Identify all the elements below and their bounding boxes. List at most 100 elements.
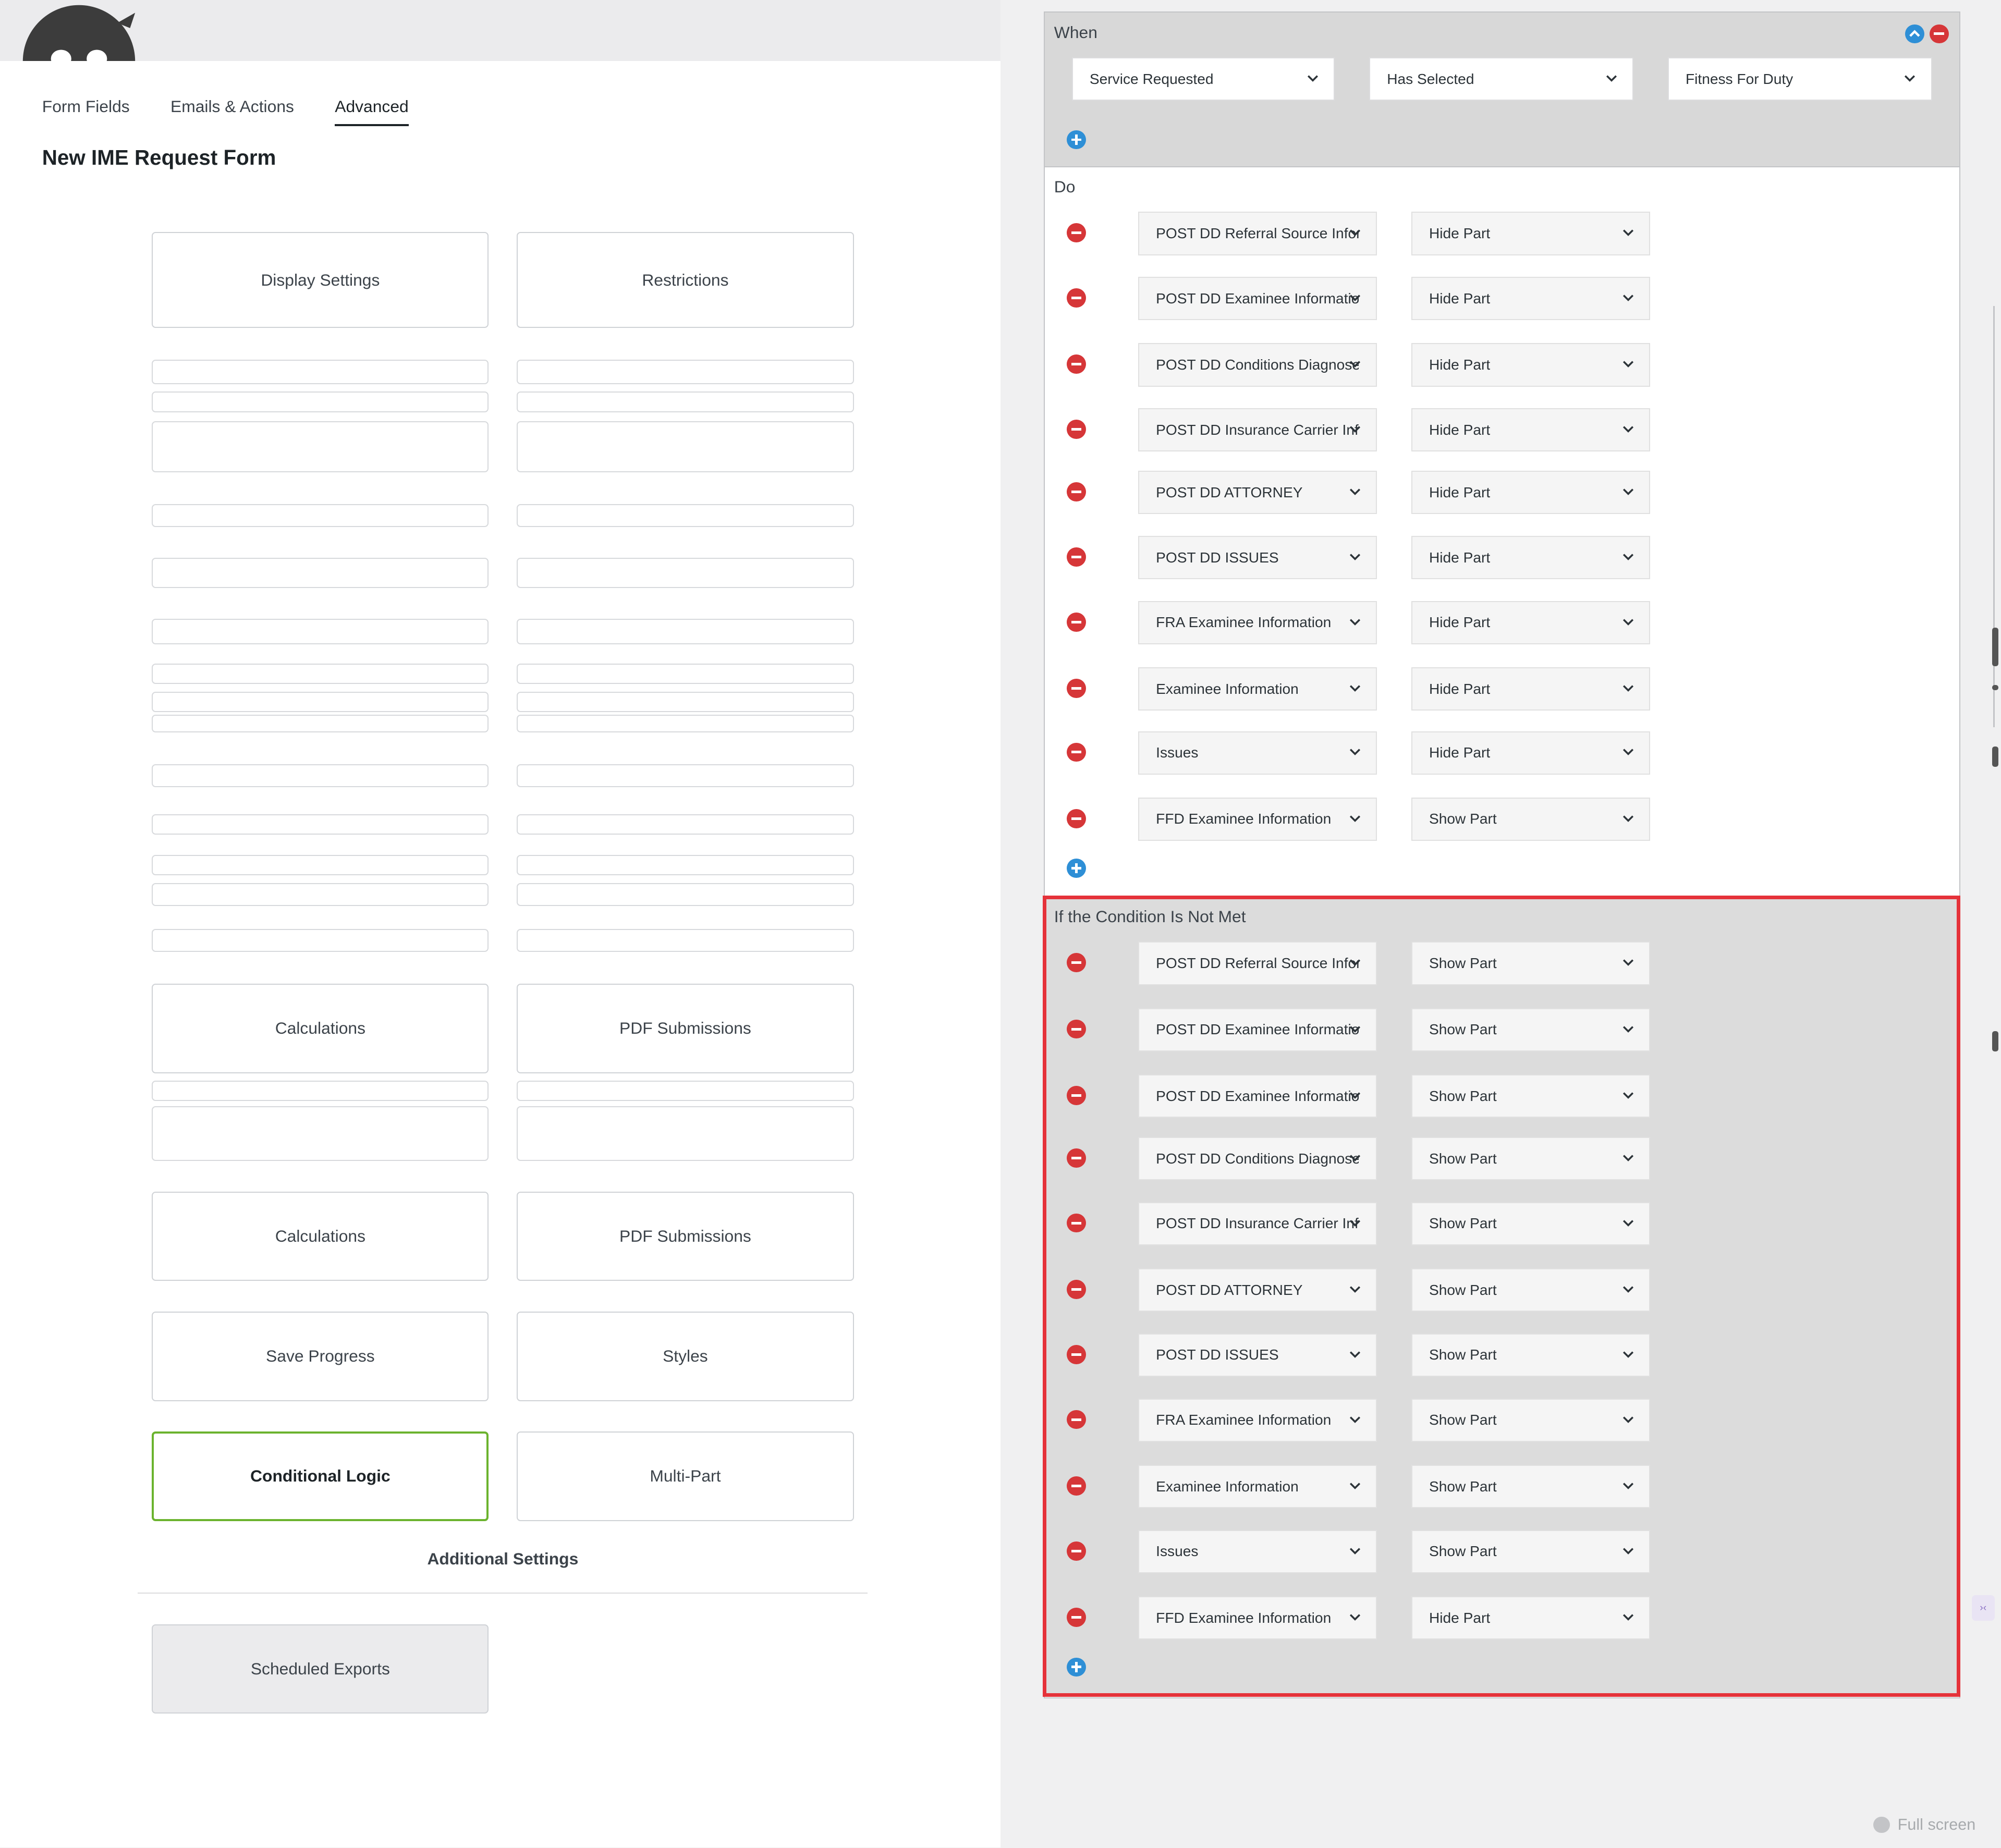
- else-action-select[interactable]: Show Part: [1411, 1008, 1650, 1051]
- else-part-select[interactable]: POST DD Insurance Carrier Information: [1138, 1202, 1377, 1245]
- scrollbar-thumb[interactable]: [1992, 1031, 1999, 1051]
- do-remove-row-icon[interactable]: [1067, 288, 1086, 308]
- calculations-card-2[interactable]: Calculations: [152, 1192, 489, 1281]
- do-action-select[interactable]: Hide Part: [1411, 667, 1650, 711]
- do-remove-row-icon[interactable]: [1067, 223, 1086, 243]
- placeholder-card: [517, 928, 854, 952]
- do-action-select[interactable]: Hide Part: [1411, 601, 1650, 645]
- when-comparator-select[interactable]: Has Selected: [1369, 57, 1634, 101]
- else-action-select[interactable]: Show Part: [1411, 1202, 1650, 1245]
- do-remove-row-icon[interactable]: [1067, 482, 1086, 501]
- else-remove-row-icon[interactable]: [1067, 1148, 1086, 1168]
- do-action-select[interactable]: Hide Part: [1411, 212, 1650, 255]
- else-part-select[interactable]: POST DD Examinee Information: [1138, 1008, 1377, 1051]
- else-action-select[interactable]: Show Part: [1411, 1268, 1650, 1312]
- tab-form-fields[interactable]: Form Fields: [42, 97, 130, 126]
- do-part-select[interactable]: POST DD ATTORNEY: [1138, 471, 1377, 515]
- else-part-select[interactable]: POST DD ATTORNEY: [1138, 1268, 1377, 1312]
- scheduled-exports-card[interactable]: Scheduled Exports: [152, 1624, 489, 1714]
- restrictions-card[interactable]: Restrictions: [517, 232, 854, 328]
- tab-advanced[interactable]: Advanced: [335, 97, 409, 126]
- do-part-select[interactable]: POST DD Referral Source Information: [1138, 212, 1377, 255]
- else-remove-row-icon[interactable]: [1067, 1476, 1086, 1496]
- do-remove-row-icon[interactable]: [1067, 612, 1086, 632]
- chevron-down-icon: [1905, 75, 1915, 82]
- when-value-select[interactable]: Fitness For Duty: [1668, 57, 1932, 101]
- else-part-select[interactable]: POST DD Referral Source Information: [1138, 941, 1377, 985]
- do-remove-row-icon[interactable]: [1067, 742, 1086, 762]
- else-remove-row-icon[interactable]: [1067, 1344, 1086, 1364]
- add-condition-icon[interactable]: [1067, 130, 1086, 150]
- do-part-select[interactable]: POST DD Insurance Carrier Information: [1138, 408, 1377, 452]
- else-part-select[interactable]: POST DD ISSUES: [1138, 1333, 1377, 1377]
- calculations-card[interactable]: Calculations: [152, 984, 489, 1073]
- multi-part-card[interactable]: Multi-Part: [517, 1431, 854, 1521]
- when-field-select[interactable]: Service Requested: [1072, 57, 1335, 101]
- scrollbar-thumb[interactable]: [1992, 628, 1999, 666]
- do-remove-row-icon[interactable]: [1067, 679, 1086, 698]
- side-widget-icon[interactable]: ›‹: [1971, 1595, 1995, 1621]
- else-remove-row-icon[interactable]: [1067, 1213, 1086, 1233]
- chevron-down-icon: [1622, 685, 1633, 692]
- pdf-submissions-card-2[interactable]: PDF Submissions: [517, 1192, 854, 1281]
- else-action-select[interactable]: Hide Part: [1411, 1596, 1650, 1640]
- scrollbar-thumb[interactable]: [1992, 685, 1999, 691]
- do-part-select[interactable]: POST DD ISSUES: [1138, 536, 1377, 580]
- collapse-icon[interactable]: [1905, 24, 1925, 44]
- pdf-submissions-card[interactable]: PDF Submissions: [517, 984, 854, 1073]
- do-part-select[interactable]: FRA Examinee Information: [1138, 601, 1377, 645]
- fullscreen-toggle[interactable]: Full screen: [1873, 1816, 1975, 1834]
- do-part-select-value: Issues: [1156, 744, 1199, 761]
- do-part-select[interactable]: Examinee Information: [1138, 667, 1377, 711]
- do-action-select[interactable]: Show Part: [1411, 797, 1650, 841]
- do-remove-row-icon[interactable]: [1067, 420, 1086, 439]
- else-part-select[interactable]: Examinee Information: [1138, 1464, 1377, 1509]
- else-remove-row-icon[interactable]: [1067, 1280, 1086, 1299]
- else-action-select[interactable]: Show Part: [1411, 1136, 1650, 1181]
- else-part-select[interactable]: Issues: [1138, 1529, 1377, 1573]
- scrollbar-thumb[interactable]: [1992, 746, 1999, 767]
- do-action-select[interactable]: Hide Part: [1411, 731, 1650, 775]
- else-remove-row-icon[interactable]: [1067, 1410, 1086, 1429]
- save-progress-card[interactable]: Save Progress: [152, 1312, 489, 1401]
- else-action-select[interactable]: Show Part: [1411, 1333, 1650, 1377]
- do-action-select[interactable]: Hide Part: [1411, 536, 1650, 580]
- chevron-down-icon: [1349, 685, 1360, 692]
- placeholder-card: [152, 360, 489, 384]
- else-remove-row-icon[interactable]: [1067, 1608, 1086, 1627]
- else-remove-row-icon[interactable]: [1067, 1541, 1086, 1561]
- else-action-select[interactable]: Show Part: [1411, 1529, 1650, 1573]
- fullscreen-icon: [1873, 1816, 1890, 1833]
- chevron-down-icon: [1622, 1092, 1633, 1099]
- else-remove-row-icon[interactable]: [1067, 1019, 1086, 1039]
- do-remove-row-icon[interactable]: [1067, 547, 1086, 567]
- styles-card[interactable]: Styles: [517, 1312, 854, 1401]
- add-else-action-icon[interactable]: [1067, 1657, 1086, 1677]
- else-remove-row-icon[interactable]: [1067, 1085, 1086, 1105]
- else-part-select[interactable]: POST DD Examinee Information: [1138, 1074, 1377, 1118]
- else-action-select[interactable]: Show Part: [1411, 941, 1650, 985]
- else-part-select[interactable]: POST DD Conditions Diagnosed: [1138, 1136, 1377, 1181]
- remove-condition-icon[interactable]: [1929, 24, 1949, 44]
- else-part-select[interactable]: FFD Examinee Information: [1138, 1596, 1377, 1640]
- do-part-select[interactable]: POST DD Examinee Information: [1138, 277, 1377, 321]
- display-settings-card[interactable]: Display Settings: [152, 232, 489, 328]
- do-action-select[interactable]: Hide Part: [1411, 343, 1650, 387]
- conditional-logic-card[interactable]: Conditional Logic: [152, 1431, 489, 1521]
- else-part-select[interactable]: FRA Examinee Information: [1138, 1398, 1377, 1442]
- do-remove-row-icon[interactable]: [1067, 354, 1086, 374]
- else-remove-row-icon[interactable]: [1067, 953, 1086, 973]
- tab-emails-actions[interactable]: Emails & Actions: [170, 97, 294, 126]
- do-remove-row-icon[interactable]: [1067, 809, 1086, 828]
- do-part-select[interactable]: POST DD Conditions Diagnosed: [1138, 343, 1377, 387]
- do-action-select[interactable]: Hide Part: [1411, 471, 1650, 515]
- add-do-action-icon[interactable]: [1067, 859, 1086, 878]
- do-action-select[interactable]: Hide Part: [1411, 408, 1650, 452]
- else-action-select[interactable]: Show Part: [1411, 1398, 1650, 1442]
- else-label: If the Condition Is Not Met: [1054, 907, 1246, 926]
- do-part-select[interactable]: Issues: [1138, 731, 1377, 775]
- else-action-select[interactable]: Show Part: [1411, 1464, 1650, 1509]
- do-part-select[interactable]: FFD Examinee Information: [1138, 797, 1377, 841]
- else-action-select[interactable]: Show Part: [1411, 1074, 1650, 1118]
- do-action-select[interactable]: Hide Part: [1411, 277, 1650, 321]
